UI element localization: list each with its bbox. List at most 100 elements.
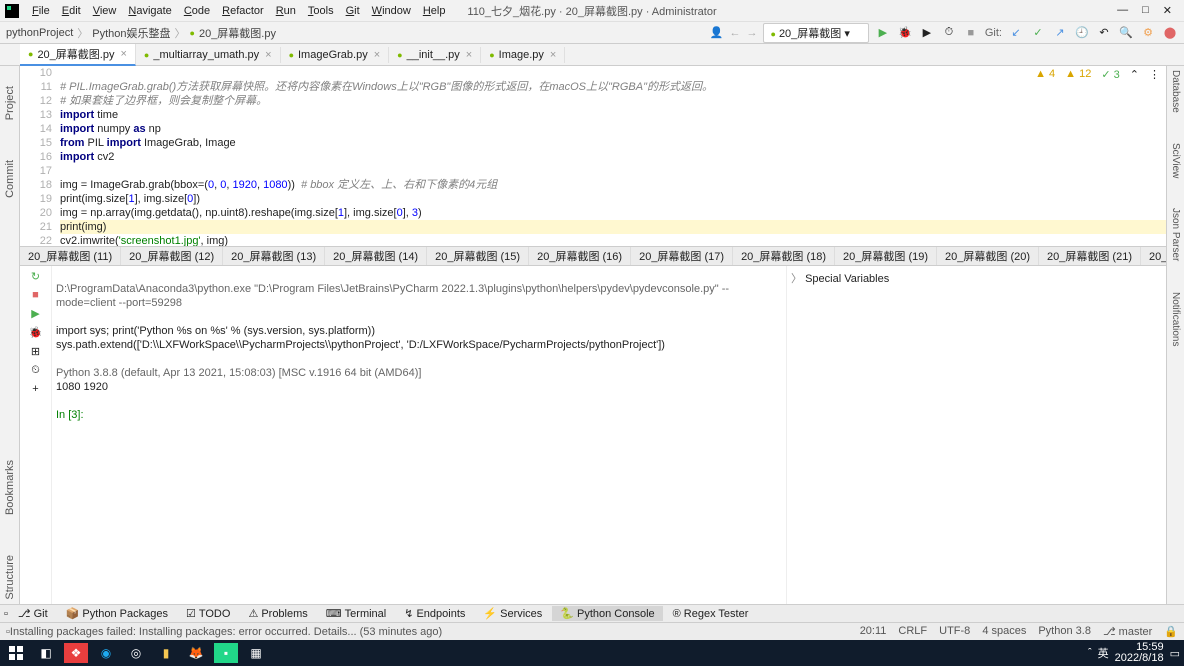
tool-endpoints[interactable]: ↯Endpoints	[396, 606, 473, 621]
settings-icon[interactable]: ⚙	[1140, 25, 1156, 41]
explorer-icon[interactable]: ▮	[154, 643, 178, 663]
tab-close-icon[interactable]: ×	[550, 49, 556, 61]
console-tab[interactable]: 20_屏幕截图 (16)	[529, 246, 631, 266]
start-icon[interactable]	[4, 643, 28, 663]
tool-python-console[interactable]: 🐍Python Console	[552, 606, 662, 621]
tool-terminal[interactable]: ⌨Terminal	[318, 606, 394, 621]
console-tab[interactable]: 20_屏幕截图 (18)	[733, 246, 835, 266]
tool-git[interactable]: ⎇Git	[10, 606, 56, 621]
console-tab[interactable]: 20_屏幕截图 (19)	[835, 246, 937, 266]
crumb-project[interactable]: pythonProject	[6, 27, 73, 39]
code-editor[interactable]: ▲ 4 ▲ 12 ✓ 3 ⌃⋮ 101112131415161718192021…	[20, 66, 1166, 246]
console-tab[interactable]: 20_屏幕截图 (14)	[325, 246, 427, 266]
debug-icon[interactable]: 🐞	[897, 25, 913, 41]
system-tray[interactable]: ˆ 英 15:592022/8/18 ▭	[1088, 642, 1180, 664]
edge-icon[interactable]: ◉	[94, 643, 118, 663]
tool-todo[interactable]: ☑TODO	[178, 606, 238, 621]
tab-file-2[interactable]: ●ImageGrab.py×	[281, 47, 390, 63]
add-icon[interactable]: +	[32, 383, 38, 395]
console-tab[interactable]: 20_屏幕截图 (12)	[121, 246, 223, 266]
notifications-icon[interactable]: ▭	[1170, 647, 1180, 660]
firefox-icon[interactable]: 🦊	[184, 643, 208, 663]
minimize-icon[interactable]: —	[1117, 4, 1128, 17]
console-output[interactable]: D:\ProgramData\Anaconda3\python.exe "D:\…	[52, 266, 786, 604]
close-icon[interactable]: ✕	[1163, 4, 1172, 17]
menu-navigate[interactable]: Navigate	[122, 3, 177, 19]
crumb-folder[interactable]: Python娱乐整盘	[92, 25, 170, 41]
console-tab[interactable]: 20_屏幕截图 (13)	[223, 246, 325, 266]
tray-ime-icon[interactable]: 英	[1098, 645, 1109, 661]
history-icon[interactable]: ⏲	[31, 364, 40, 377]
variables-pane[interactable]: 〉 Special Variables	[786, 266, 1166, 604]
code-content[interactable]: # PIL.ImageGrab.grab()方法获取屏幕快照。还将内容像素在Wi…	[60, 66, 1166, 246]
special-variables[interactable]: Special Variables	[805, 273, 889, 285]
menu-file[interactable]: File	[26, 3, 56, 19]
status-branch[interactable]: ⎇ master	[1103, 625, 1152, 638]
pycharm-icon[interactable]: ▪	[214, 643, 238, 663]
app-icon[interactable]: ▦	[244, 643, 268, 663]
status-line-sep[interactable]: CRLF	[898, 625, 927, 638]
git-rollback-icon[interactable]: ↶	[1096, 25, 1112, 41]
maximize-icon[interactable]: □	[1142, 4, 1149, 17]
coverage-icon[interactable]: ▶	[919, 25, 935, 41]
tool-notifications[interactable]: Notifications	[1170, 292, 1181, 346]
run-icon[interactable]: ▶	[875, 25, 891, 41]
stop-icon[interactable]: ■	[32, 289, 39, 301]
menu-tools[interactable]: Tools	[302, 3, 340, 19]
tool-json-parser[interactable]: Json Parser	[1170, 208, 1181, 261]
status-indent[interactable]: 4 spaces	[982, 625, 1026, 638]
run-icon[interactable]: ▶	[31, 307, 39, 320]
lock-icon[interactable]: 🔒	[1164, 625, 1178, 638]
menu-help[interactable]: Help	[417, 3, 452, 19]
menu-window[interactable]: Window	[366, 3, 417, 19]
variables-icon[interactable]: ⊞	[31, 345, 40, 358]
tool-sciview[interactable]: SciView	[1170, 143, 1181, 178]
console-tab[interactable]: 20_屏幕截图 (21)	[1039, 246, 1141, 266]
git-commit-icon[interactable]: ✓	[1030, 25, 1046, 41]
tab-file-4[interactable]: ●Image.py×	[481, 47, 565, 63]
search-icon[interactable]: 🔍	[1118, 25, 1134, 41]
console-tab[interactable]: 20_屏幕截图 (17)	[631, 246, 733, 266]
tab-close-icon[interactable]: ×	[374, 49, 380, 61]
status-message[interactable]: Installing packages failed: Installing p…	[10, 626, 860, 638]
tool-project[interactable]: Project	[4, 86, 16, 120]
tool-structure[interactable]: Structure	[4, 555, 16, 600]
tool-python-packages[interactable]: 📦Python Packages	[58, 606, 176, 621]
chrome-icon[interactable]: ◎	[124, 643, 148, 663]
crumb-file[interactable]: 20_屏幕截图.py	[199, 25, 276, 41]
console-tab[interactable]: 20_屏幕截图 (20)	[937, 246, 1039, 266]
back-icon[interactable]: ←	[729, 27, 740, 39]
stop-icon[interactable]: ■	[963, 25, 979, 41]
tool-problems[interactable]: ⚠Problems	[240, 606, 315, 621]
tab-close-icon[interactable]: ×	[466, 49, 472, 61]
tool-services[interactable]: ⚡Services	[475, 606, 550, 621]
profile-icon[interactable]: ⏱	[941, 25, 957, 41]
rerun-icon[interactable]: ↻	[31, 270, 40, 283]
menu-refactor[interactable]: Refactor	[216, 3, 270, 19]
forward-icon[interactable]: →	[746, 27, 757, 39]
ide-errors-icon[interactable]: ⬤	[1162, 25, 1178, 41]
tab-close-icon[interactable]: ×	[265, 49, 271, 61]
tool-commit[interactable]: Commit	[4, 160, 16, 198]
status-encoding[interactable]: UTF-8	[939, 625, 970, 638]
status-interpreter[interactable]: Python 3.8	[1038, 625, 1091, 638]
tab-file-1[interactable]: ●_multiarray_umath.py×	[136, 47, 281, 63]
menu-view[interactable]: View	[87, 3, 123, 19]
menu-run[interactable]: Run	[270, 3, 302, 19]
menu-code[interactable]: Code	[178, 3, 216, 19]
console-tab[interactable]: 20_屏幕截图 (11)	[20, 246, 121, 266]
tab-file-3[interactable]: ●__init__.py×	[389, 47, 481, 63]
task-view-icon[interactable]: ◧	[34, 643, 58, 663]
status-position[interactable]: 20:11	[860, 625, 887, 638]
tool-window-quick-access-icon[interactable]: ▫	[4, 608, 8, 620]
menu-git[interactable]: Git	[340, 3, 366, 19]
git-update-icon[interactable]: ↙	[1008, 25, 1024, 41]
tab-close-icon[interactable]: ×	[120, 48, 126, 60]
tool-database[interactable]: Database	[1170, 70, 1181, 113]
app-icon[interactable]: ❖	[64, 643, 88, 663]
git-push-icon[interactable]: ↗	[1052, 25, 1068, 41]
console-tab[interactable]: 20_屏幕截图 (22)	[1141, 246, 1166, 266]
tab-file-0[interactable]: ●20_屏幕截图.py×	[20, 44, 136, 66]
attach-debugger-icon[interactable]: 🐞	[29, 326, 43, 339]
git-history-icon[interactable]: 🕘	[1074, 25, 1090, 41]
